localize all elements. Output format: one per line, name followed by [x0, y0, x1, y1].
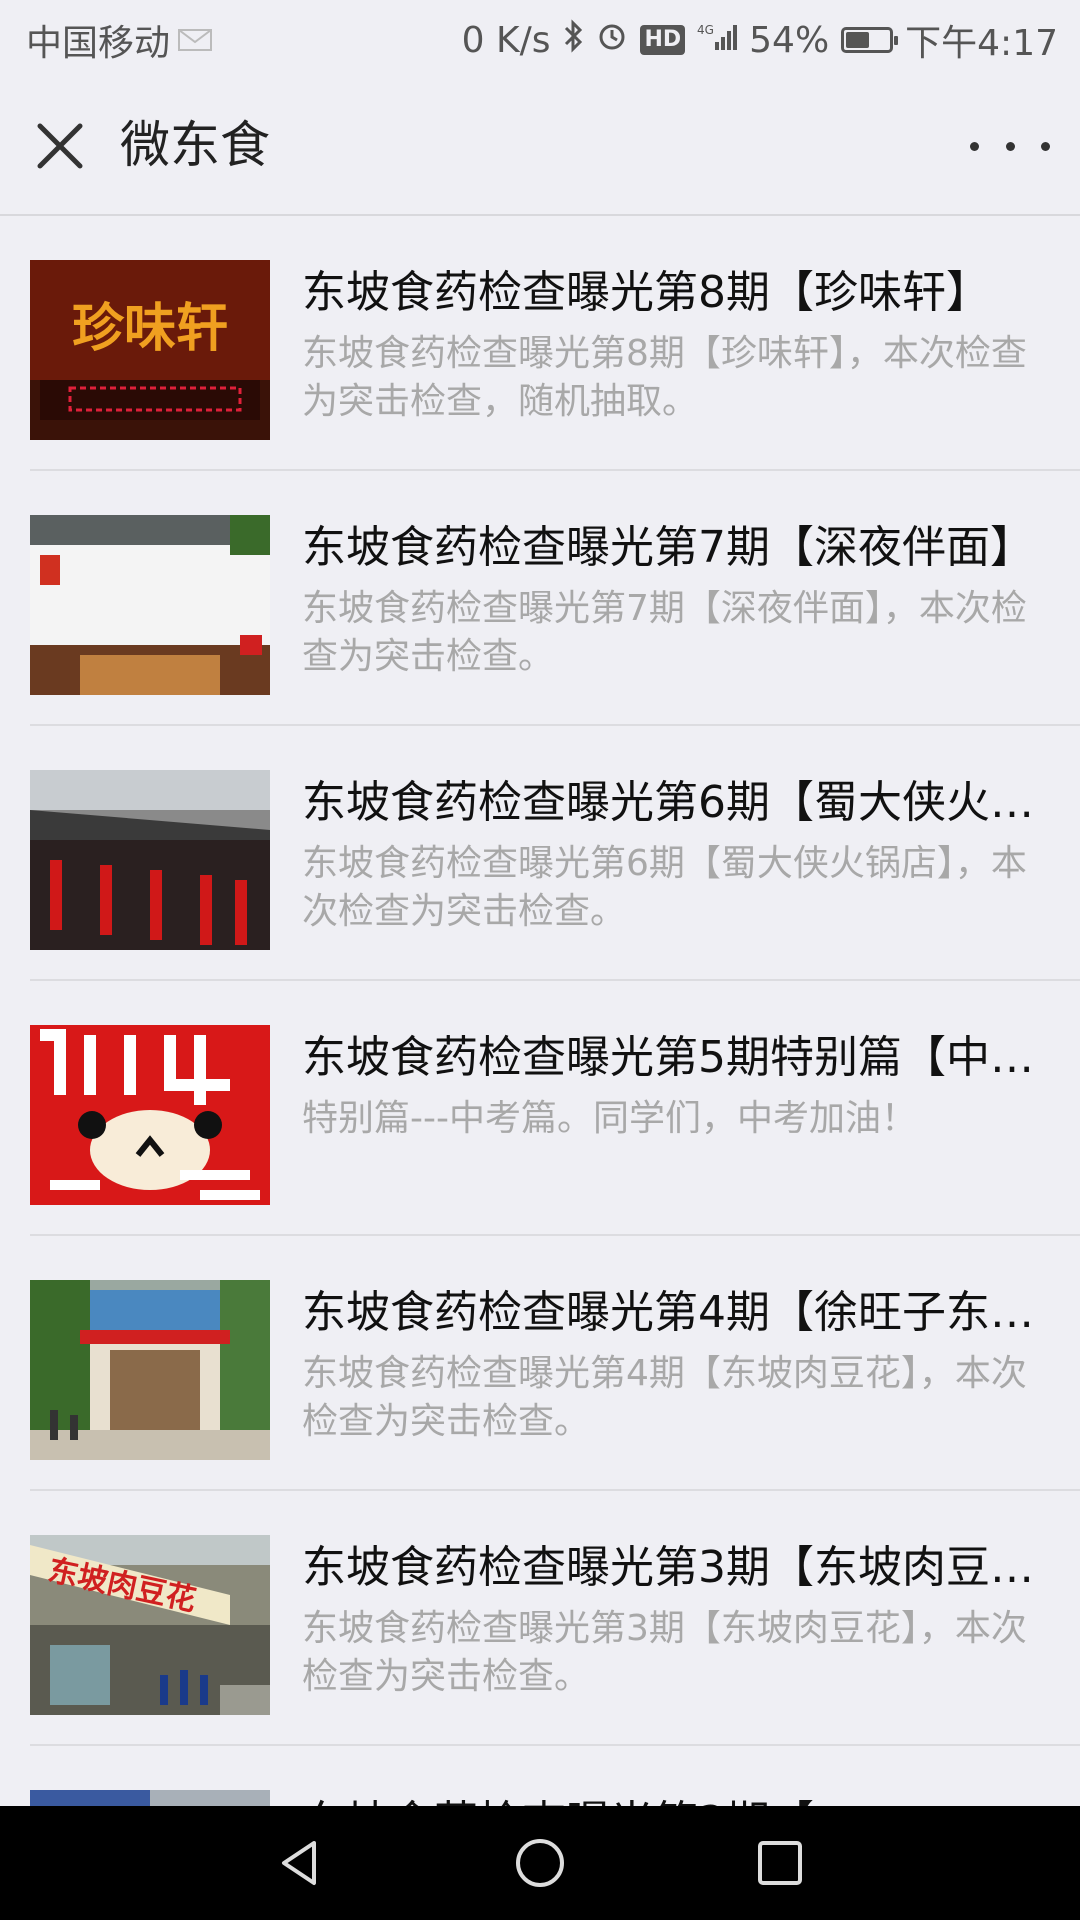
article-title: 东坡食药检查曝光第7期【深夜伴面】: [302, 522, 1034, 573]
back-triangle-icon[interactable]: [270, 1833, 330, 1893]
network-speed: 0 K/s: [461, 19, 551, 61]
thumbnail-sign: 珍味轩: [72, 299, 228, 359]
article-thumbnail: [30, 1280, 270, 1460]
mail-icon: [178, 20, 213, 61]
article-summary: 东坡食药检查曝光第8期【珍味轩】，本次检查为突击检查，随机抽取。: [302, 333, 1027, 422]
recents-square-icon[interactable]: [750, 1833, 810, 1893]
battery-icon: [841, 27, 899, 53]
home-circle-icon[interactable]: [510, 1833, 570, 1893]
article-title: 东坡食药检查曝光第4期【徐旺子东坡肉豆花】: [302, 1287, 1060, 1338]
more-dot: [1005, 141, 1015, 151]
article-title: 东坡食药检查曝光第2期【: [302, 1792, 1060, 1806]
article-title: 东坡食药检查曝光第6期【蜀大侠火锅店】: [302, 777, 1060, 828]
article-summary: 东坡食药检查曝光第6期【蜀大侠火锅店】，本次检查为突击检查。: [302, 843, 1027, 932]
list-item[interactable]: 东坡肉豆花 东坡食药检查曝光第3期【东坡肉豆花】 东坡食药检查曝光第3期【东坡肉…: [30, 1491, 1080, 1746]
page-title: 微东食: [120, 116, 270, 174]
list-item[interactable]: 东坡食药检查曝光第5期特别篇【中考篇】 特别篇---中考篇。同学们，中考加油！: [30, 981, 1080, 1236]
article-thumbnail: [30, 770, 270, 950]
battery-percent: 54%: [749, 19, 830, 61]
article-summary: 东坡食药检查曝光第4期【东坡肉豆花】，本次检查为突击检查。: [302, 1353, 1027, 1442]
article-title: 东坡食药检查曝光第8期【珍味轩】: [302, 267, 990, 318]
bluetooth-icon: [562, 18, 584, 62]
signal-icon: 4G: [697, 20, 738, 61]
list-item[interactable]: 东坡食药检查曝光第7期【深夜伴面】 东坡食药检查曝光第7期【深夜伴面】，本次检查…: [30, 471, 1080, 726]
article-thumbnail: [30, 515, 270, 695]
article-list: 珍味轩 东坡食药检查曝光第8期【珍味轩】 东坡食药检查曝光第8期【珍味轩】，本次…: [0, 216, 1080, 1806]
more-dot: [1041, 141, 1050, 151]
list-item[interactable]: 东坡食药检查曝光第2期【: [30, 1746, 1080, 1806]
article-thumbnail: [30, 1025, 270, 1205]
carrier-label: 中国移动: [26, 23, 171, 64]
article-thumbnail: 东坡肉豆花: [30, 1535, 270, 1715]
list-item[interactable]: 珍味轩 东坡食药检查曝光第8期【珍味轩】 东坡食药检查曝光第8期【珍味轩】，本次…: [30, 216, 1080, 471]
clock: 下午4:17: [905, 23, 1058, 64]
close-icon[interactable]: [30, 116, 90, 176]
hd-badge: HD: [640, 25, 686, 55]
article-thumbnail: [30, 1790, 270, 1806]
svg-text:4G: 4G: [697, 23, 714, 37]
list-item[interactable]: 东坡食药检查曝光第6期【蜀大侠火锅店】 东坡食药检查曝光第6期【蜀大侠火锅店】，…: [30, 726, 1080, 981]
article-title: 东坡食药检查曝光第5期特别篇【中考篇】: [302, 1032, 1060, 1083]
alarm-icon: [596, 20, 628, 61]
navigation-bar: [0, 1806, 1080, 1920]
more-icon[interactable]: [970, 116, 1050, 176]
article-summary: 东坡食药检查曝光第7期【深夜伴面】，本次检查为突击检查。: [302, 588, 1027, 677]
article-summary: 东坡食药检查曝光第3期【东坡肉豆花】，本次检查为突击检查。: [302, 1608, 1027, 1697]
article-summary: 特别篇---中考篇。同学们，中考加油！: [302, 1098, 917, 1139]
list-item[interactable]: 东坡食药检查曝光第4期【徐旺子东坡肉豆花】 东坡食药检查曝光第4期【东坡肉豆花】…: [30, 1236, 1080, 1491]
more-dot: [970, 141, 979, 151]
article-thumbnail: 珍味轩: [30, 260, 270, 440]
title-bar: 微东食: [0, 72, 1080, 216]
status-bar: 中国移动 0 K/s HD 4G 54% 下午4:17: [0, 0, 1080, 72]
article-title: 东坡食药检查曝光第3期【东坡肉豆花】: [302, 1542, 1060, 1593]
